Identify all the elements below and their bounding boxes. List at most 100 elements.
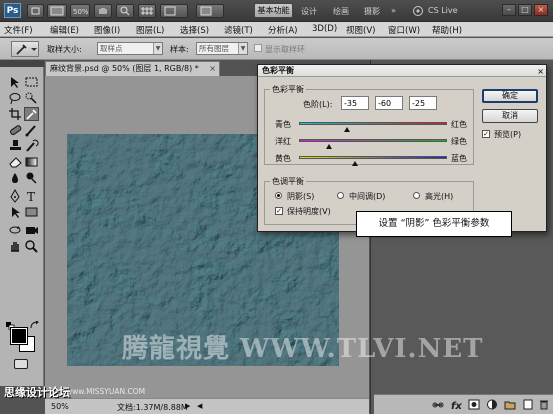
history-brush-tool-icon[interactable] [24,139,39,153]
screen-mode-button[interactable] [160,4,188,18]
preview-checkbox[interactable]: ✓ [482,130,490,138]
menu-view[interactable]: 视图(V) [346,24,375,36]
title-bar: Ps 50% 基本功能 设计 绘画 摄影 » CS Live – □ × [0,0,553,22]
color-balance-dialog: 色彩平衡 × 色彩平衡 色阶(L): 青色 红色 洋红 绿色 黄色 蓝色 色调平… [257,64,547,232]
3d-rotate-tool-icon[interactable] [8,223,23,237]
pen-tool-icon[interactable] [8,189,23,203]
quick-selection-tool-icon[interactable] [24,91,39,105]
3d-camera-tool-icon[interactable] [24,223,39,237]
yellow-blue-level-input[interactable] [409,96,437,110]
magenta-green-slider-thumb[interactable] [325,144,332,149]
document-size-info: 文档:1.37M/8.88M [117,403,188,412]
yellow-blue-slider-thumb[interactable] [351,161,358,166]
sample-layers-select[interactable]: 所有图层 ▼ [196,42,248,55]
highlights-label[interactable]: 高光(H) [425,191,453,202]
grid-icon[interactable] [138,4,156,18]
cyan-red-level-input[interactable] [341,96,369,110]
panel-grip[interactable] [0,60,44,67]
clone-stamp-tool-icon[interactable] [8,139,23,153]
close-window-button[interactable]: × [534,4,548,16]
yellow-label: 黄色 [275,154,291,163]
shadows-radio[interactable] [275,192,282,199]
scroll-left-icon[interactable]: ◀ [197,402,202,410]
dialog-close-icon[interactable]: × [537,66,544,77]
eyedropper-preset-picker[interactable] [11,41,39,57]
cancel-button[interactable]: 取消 [482,109,538,123]
close-tab-icon[interactable]: × [209,62,216,75]
move-tool-icon[interactable] [8,75,23,89]
menu-layer[interactable]: 图层(L) [136,24,164,36]
sample-size-select[interactable]: 取样点 ▼ [97,42,163,55]
crop-tool-icon[interactable] [8,107,23,121]
workspace-photography[interactable]: 摄影 [364,6,380,17]
more-workspaces[interactable]: » [391,6,396,15]
minimize-button[interactable]: – [502,4,516,16]
dodge-tool-icon[interactable] [24,171,39,185]
preserve-luminosity-label[interactable]: 保持明度(V) [287,206,331,217]
status-arrow-icon[interactable]: ▶ [185,402,190,410]
layer-style-icon[interactable]: fx [450,399,462,410]
menu-select[interactable]: 选择(S) [180,24,209,36]
quick-mask-icon[interactable] [14,359,28,369]
highlights-radio[interactable] [413,192,420,199]
layer-group-icon[interactable] [504,399,516,410]
workspace-design[interactable]: 设计 [301,6,317,17]
yellow-blue-slider[interactable] [299,156,447,159]
delete-layer-icon[interactable] [538,399,550,410]
dialog-title-bar[interactable]: 色彩平衡 × [258,65,546,77]
preview-label[interactable]: 预览(P) [494,129,521,140]
workspace-painting[interactable]: 绘画 [333,6,349,17]
menu-file[interactable]: 文件(F) [4,24,33,36]
magenta-green-slider[interactable] [299,139,447,142]
blur-tool-icon[interactable] [8,171,23,185]
midtones-label[interactable]: 中间调(D) [349,191,385,202]
cyan-red-slider-thumb[interactable] [344,127,351,132]
document-tab[interactable]: 麻纹背景.psd @ 50% (图层 1, RGB/8) * × [45,61,220,76]
workspace-essentials-button[interactable]: 基本功能 [254,3,293,18]
menu-analysis[interactable]: 分析(A) [268,24,297,36]
maximize-button[interactable]: □ [518,4,532,16]
magenta-green-level-input[interactable] [375,96,403,110]
foreground-color-swatch[interactable] [10,327,28,345]
path-selection-tool-icon[interactable] [8,205,23,219]
type-tool-icon[interactable]: T [24,189,39,203]
cs-live-label[interactable]: CS Live [428,6,458,15]
cyan-red-slider[interactable] [299,122,447,125]
ok-button[interactable]: 确定 [482,89,538,103]
marquee-tool-icon[interactable] [24,75,39,89]
new-layer-icon[interactable] [522,399,534,410]
eraser-tool-icon[interactable] [8,155,23,169]
mini-bridge-button[interactable] [47,4,67,18]
zoom-level-button[interactable]: 50% [70,4,90,18]
zoom-tool-icon[interactable] [24,239,39,253]
chevron-down-icon: ▼ [238,43,247,54]
menu-edit[interactable]: 编辑(E) [50,24,79,36]
zoom-tool-button[interactable] [116,4,134,18]
swap-colors-icon[interactable] [30,321,40,329]
link-layers-icon[interactable] [432,399,444,410]
menu-window[interactable]: 窗口(W) [388,24,420,36]
show-ring-checkbox[interactable] [254,44,262,52]
adjustment-layer-icon[interactable] [486,399,498,410]
lasso-tool-icon[interactable] [8,91,23,105]
preserve-luminosity-checkbox[interactable]: ✓ [275,207,283,215]
rectangle-tool-icon[interactable] [24,205,39,219]
arrange-documents-button[interactable] [196,4,224,18]
brush-tool-icon[interactable] [24,123,39,137]
photoshop-logo: Ps [4,3,21,18]
spot-healing-tool-icon[interactable] [8,123,23,137]
layer-mask-icon[interactable] [468,399,480,410]
bridge-button[interactable] [27,4,44,18]
menu-help[interactable]: 帮助(H) [432,24,462,36]
menu-3d[interactable]: 3D(D) [312,24,337,34]
menu-image[interactable]: 图像(I) [94,24,120,36]
red-label: 红色 [451,120,467,129]
gradient-tool-icon[interactable] [24,155,39,169]
zoom-readout[interactable]: 50% [51,402,69,411]
shadows-label[interactable]: 阴影(S) [287,191,314,202]
midtones-radio[interactable] [337,192,344,199]
menu-filter[interactable]: 滤镜(T) [224,24,253,36]
hand-tool-icon[interactable] [8,239,23,253]
eyedropper-tool-icon[interactable] [24,107,39,121]
hand-tool-button[interactable] [94,4,112,18]
